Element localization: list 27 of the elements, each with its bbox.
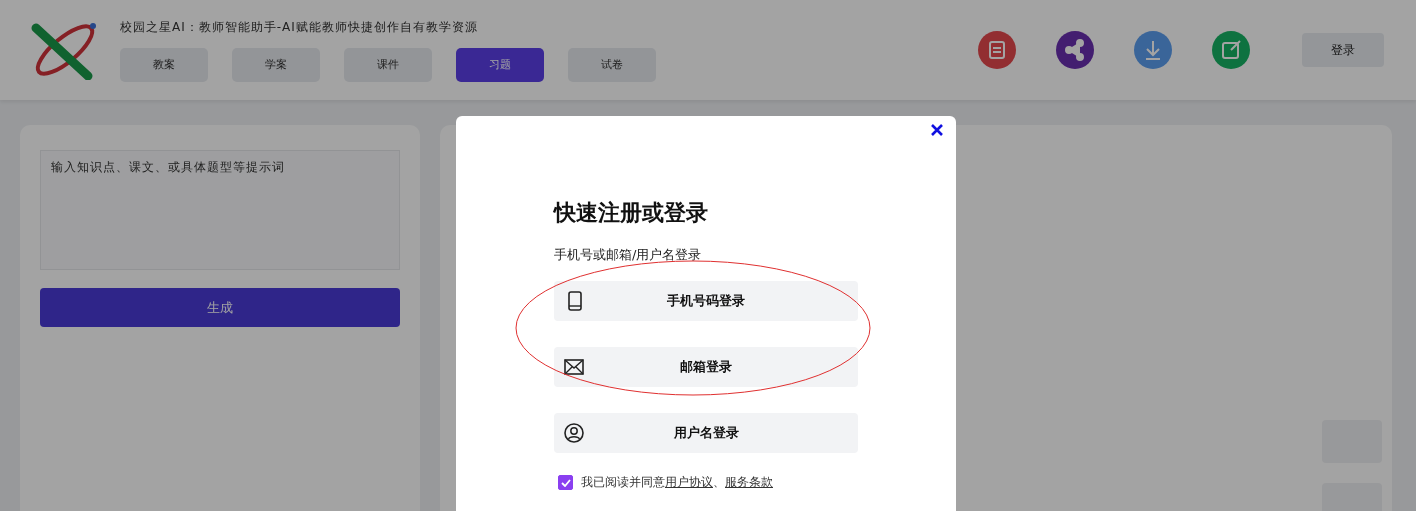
edit-icon[interactable] (1212, 31, 1250, 69)
close-icon[interactable] (930, 123, 944, 137)
nav-tab[interactable]: 学案 (232, 47, 320, 82)
agreement-text: 我已阅读并同意 (581, 474, 665, 491)
download-icon[interactable] (1134, 31, 1172, 69)
separator-text: 、 (713, 474, 725, 491)
envelope-icon (564, 359, 584, 375)
nav-tab[interactable]: 课件 (344, 47, 432, 82)
generate-button[interactable]: 生成 (40, 288, 400, 327)
nav-tab[interactable]: 习题 (456, 47, 544, 82)
user-icon (564, 423, 584, 443)
login-option-button[interactable]: 用户名登录 (554, 413, 858, 453)
dialog-subtitle: 手机号或邮箱/用户名登录 (554, 246, 703, 264)
login-button[interactable]: 登录 (1302, 33, 1384, 67)
site-title: 校园之星AI：教师智能助手-AI赋能教师快捷创作自有教学资源 (120, 18, 479, 36)
dialog-title: 快速注册或登录 (554, 199, 709, 227)
nav-tab[interactable]: 教案 (120, 47, 208, 82)
login-option-button[interactable]: 邮箱登录 (554, 347, 858, 387)
agreement-link[interactable]: 服务条款 (725, 474, 773, 491)
prompt-field[interactable]: 输入知识点、课文、或具体题型等提示词 (40, 150, 400, 270)
share-icon[interactable] (1056, 31, 1094, 69)
phone-icon (568, 291, 582, 311)
agreement-link[interactable]: 用户协议 (665, 474, 713, 491)
agreement-checkbox[interactable] (558, 475, 573, 490)
document-icon[interactable] (978, 31, 1016, 69)
login-option-button[interactable]: 手机号码登录 (554, 281, 858, 321)
nav-tab[interactable]: 试卷 (568, 47, 656, 82)
